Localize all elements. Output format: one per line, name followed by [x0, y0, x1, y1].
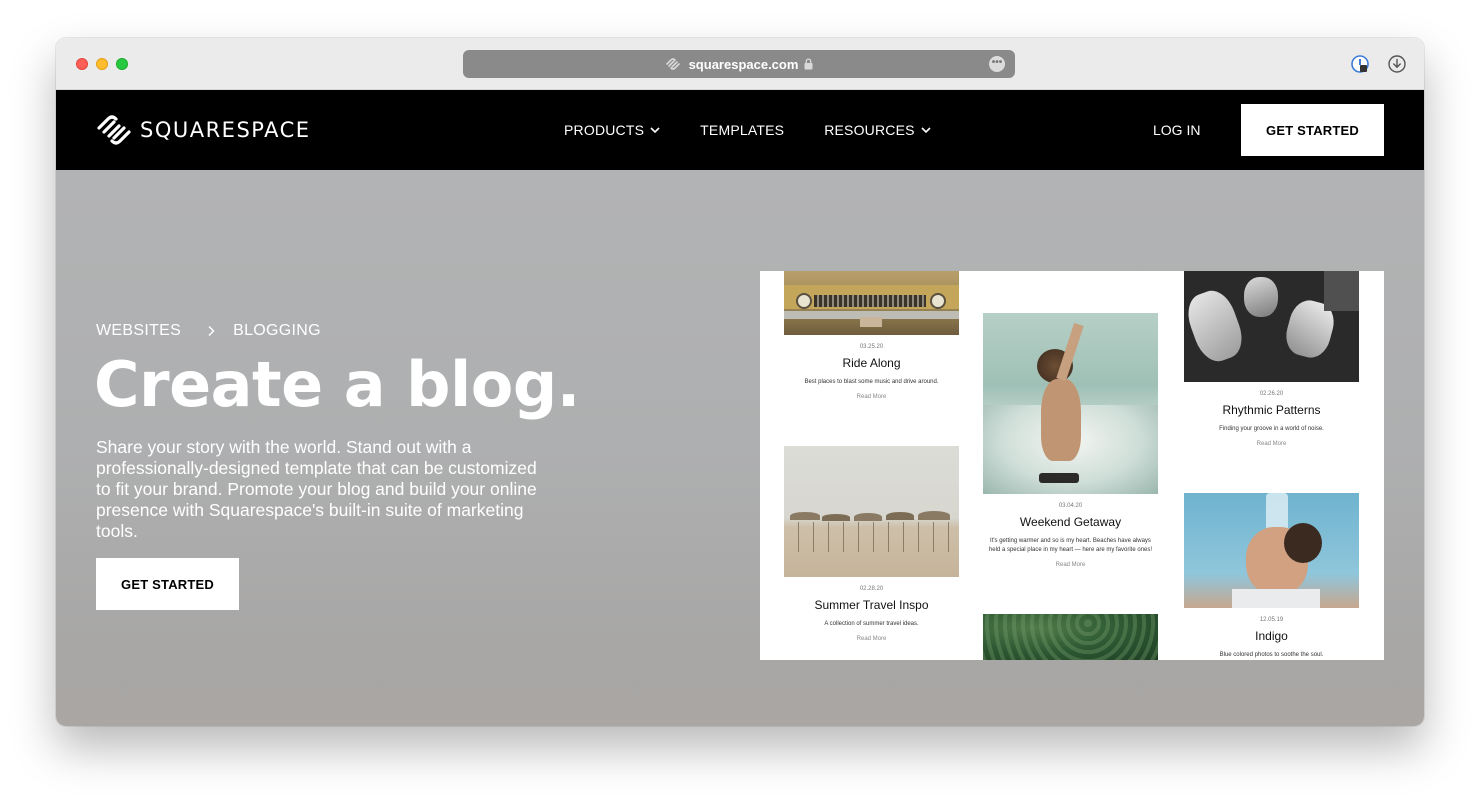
post-title[interactable]: Ride Along [784, 356, 959, 370]
ocean-splash-photo [983, 313, 1158, 494]
post-excerpt: Blue colored photos to soothe the soul. [1219, 652, 1324, 658]
post-date: 03.04.20 [1058, 503, 1083, 509]
read-more-link[interactable]: Read More [1184, 441, 1359, 447]
page-title: Create a blog. [94, 348, 580, 421]
palm-trees-photo [983, 614, 1158, 660]
post-date: 12.05.19 [1259, 617, 1284, 623]
brand-wordmark: SQUARESPACE [140, 118, 311, 142]
water-bottle-portrait-photo [1184, 493, 1359, 608]
downloads-icon[interactable] [1387, 54, 1407, 74]
beach-umbrellas-photo [784, 446, 959, 577]
nav-item-templates[interactable]: TEMPLATES [700, 122, 784, 138]
squarespace-logo-icon [97, 115, 131, 145]
breadcrumb-blogging[interactable]: BLOGGING [233, 322, 321, 340]
browser-window: squarespace.com ••• SQUARESPACE PRODUCTS… [56, 38, 1424, 726]
hero-section: WEBSITES BLOGGING Create a blog. Share y… [56, 170, 1424, 726]
nav-item-products[interactable]: PRODUCTS [564, 122, 660, 138]
hero-get-started-button[interactable]: GET STARTED [96, 558, 239, 610]
post-excerpt: It's getting warmer and so is my heart. … [988, 538, 1153, 553]
car-photo [784, 271, 959, 335]
post-title[interactable]: Indigo [1184, 629, 1359, 643]
blog-post-card: 12.05.19 Indigo Blue colored photos to s… [1184, 493, 1359, 660]
squarespace-logo[interactable]: SQUARESPACE [96, 114, 311, 146]
post-excerpt: A collection of summer travel ideas. [824, 621, 919, 627]
breadcrumb-websites[interactable]: WEBSITES [96, 322, 181, 340]
breadcrumb: WEBSITES BLOGGING [96, 322, 321, 340]
read-more-link[interactable]: Read More [784, 636, 959, 642]
chevron-right-icon [208, 325, 215, 337]
password-extension-icon[interactable] [1350, 54, 1370, 74]
post-title[interactable]: Rhythmic Patterns [1184, 403, 1359, 417]
post-date: 03.25.20 [859, 344, 884, 350]
hero-description: Share your story with the world. Stand o… [96, 437, 537, 541]
main-menu: PRODUCTS TEMPLATES RESOURCES [564, 90, 971, 170]
read-more-link[interactable]: Read More [983, 562, 1158, 568]
blog-post-card-partial [983, 614, 1158, 660]
blog-post-card: 02.28.20 Summer Travel Inspo A collectio… [784, 446, 959, 642]
blog-post-card: 03.25.20 Ride Along Best places to blast… [784, 271, 959, 400]
chevron-down-icon [650, 127, 660, 134]
lock-icon [804, 58, 813, 70]
nav-item-resources[interactable]: RESOURCES [824, 122, 931, 138]
blog-post-card: 03.04.20 Weekend Getaway It's getting wa… [983, 313, 1158, 568]
blog-post-card: 02.26.20 Rhythmic Patterns Finding your … [1184, 271, 1359, 447]
chevron-down-icon [921, 127, 931, 134]
address-bar-url: squarespace.com [688, 56, 799, 72]
close-window-button[interactable] [76, 58, 88, 70]
nav-get-started-button[interactable]: GET STARTED [1241, 104, 1384, 156]
hands-bw-photo [1184, 271, 1359, 382]
post-excerpt: Best places to blast some music and driv… [804, 379, 939, 385]
post-date: 02.28.20 [859, 586, 884, 592]
squarespace-favicon-icon [665, 58, 680, 70]
site-navigation: SQUARESPACE PRODUCTS TEMPLATES RESOURCES… [56, 90, 1424, 170]
zoom-window-button[interactable] [116, 58, 128, 70]
read-more-link[interactable]: Read More [784, 394, 959, 400]
minimize-window-button[interactable] [96, 58, 108, 70]
post-date: 02.26.20 [1259, 391, 1284, 397]
post-excerpt: Finding your groove in a world of noise. [1219, 426, 1324, 432]
browser-toolbar: squarespace.com ••• [56, 38, 1424, 90]
post-title[interactable]: Weekend Getaway [983, 515, 1158, 529]
login-link[interactable]: LOG IN [1153, 122, 1200, 138]
template-preview: 03.25.20 Ride Along Best places to blast… [760, 271, 1384, 660]
page-menu-icon[interactable]: ••• [989, 56, 1005, 72]
post-title[interactable]: Summer Travel Inspo [784, 598, 959, 612]
address-bar[interactable]: squarespace.com ••• [463, 50, 1015, 78]
